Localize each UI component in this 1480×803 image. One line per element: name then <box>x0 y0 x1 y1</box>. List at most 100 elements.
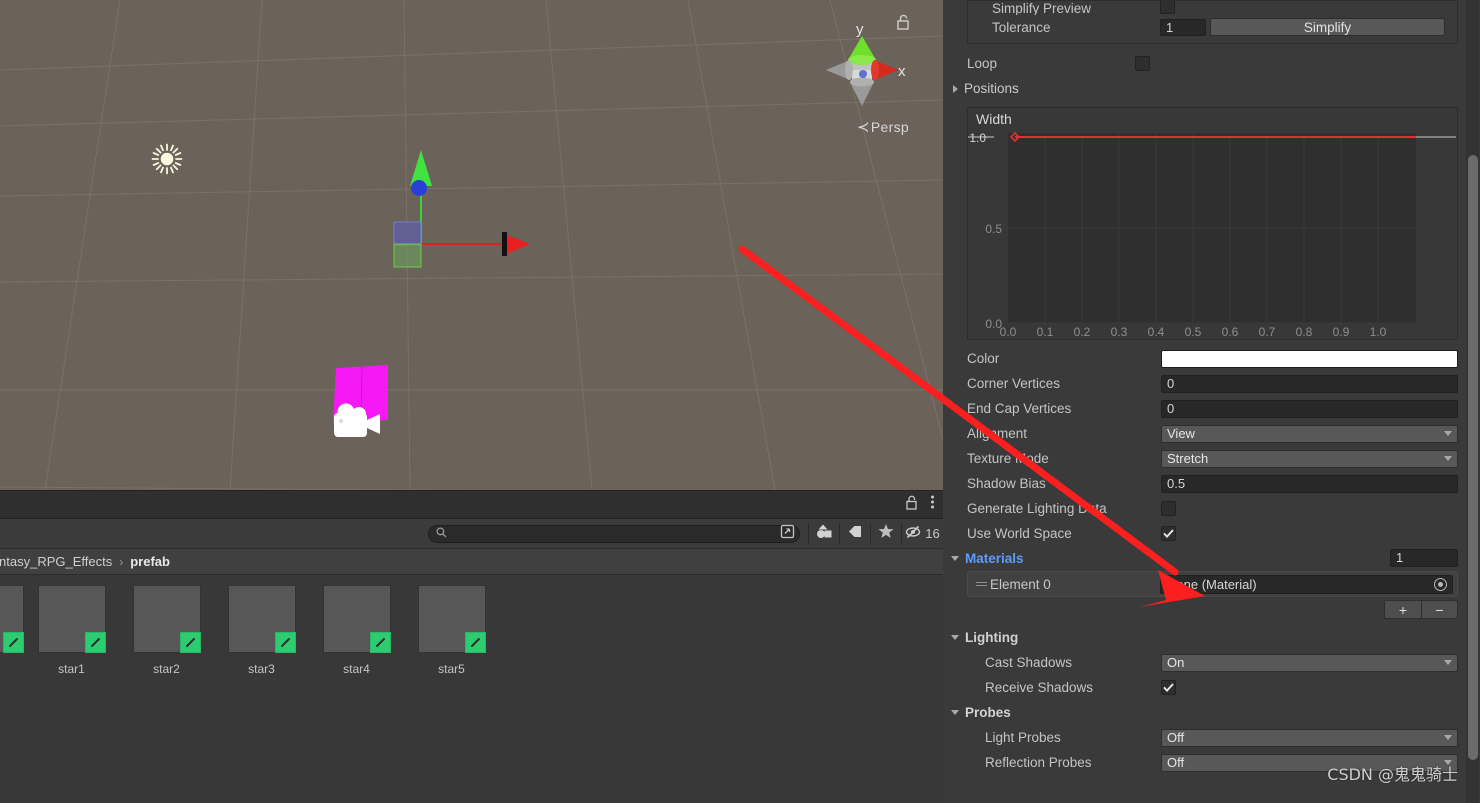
alignment-label: Alignment <box>943 426 1161 441</box>
property-row-corner-vertices: Corner Vertices 0 <box>943 371 1480 396</box>
alignment-dropdown[interactable]: View <box>1161 425 1458 443</box>
tolerance-input[interactable]: 1 <box>1160 19 1206 36</box>
svg-text:0.3: 0.3 <box>1111 325 1128 339</box>
remove-material-button[interactable]: − <box>1421 600 1458 619</box>
property-row-generate-lighting-data: Generate Lighting Data <box>943 496 1480 521</box>
material-element-label: Element 0 <box>990 577 1160 592</box>
property-row-light-probes: Light Probes Off <box>943 725 1480 750</box>
scene-view[interactable]: y x <box>0 0 943 490</box>
scene-gizmo-lock-icon[interactable] <box>896 14 910 30</box>
asset-thumbnail[interactable] <box>323 585 391 653</box>
positions-foldout[interactable]: Positions <box>943 76 1480 101</box>
hidden-count-label: 16 <box>925 526 939 541</box>
prefab-variant-badge <box>275 632 296 653</box>
texture-mode-dropdown[interactable]: Stretch <box>1161 450 1458 468</box>
sun-icon[interactable] <box>150 142 184 176</box>
property-row-shadow-bias: Shadow Bias 0.5 <box>943 471 1480 496</box>
corner-vertices-input[interactable]: 0 <box>1161 375 1458 393</box>
width-curve-canvas[interactable]: 1.0 0.5 0.0 0.00.1 0.20.3 0.40.5 0.60.7 … <box>968 127 1457 339</box>
breadcrumb-root[interactable]: DL_Fantasy_RPG_Effects <box>0 554 112 569</box>
list-item[interactable]: star1 <box>24 585 119 676</box>
inspector-scrollbar-thumb[interactable] <box>1468 155 1478 760</box>
list-item[interactable]: 2 <box>0 585 24 676</box>
color-swatch[interactable] <box>1161 350 1458 368</box>
asset-grid[interactable]: 2 star1 star2 <box>0 575 943 802</box>
corner-vertices-label: Corner Vertices <box>943 376 1161 391</box>
lock-icon[interactable] <box>905 495 918 515</box>
shadow-bias-input[interactable]: 0.5 <box>1161 475 1458 493</box>
search-field[interactable] <box>428 525 800 543</box>
material-list-controls: + − <box>943 600 1458 619</box>
gizmo-axis-y-label: y <box>856 21 864 38</box>
use-world-space-label: Use World Space <box>943 526 1161 541</box>
breadcrumb-current[interactable]: prefab <box>130 554 170 569</box>
loop-row: Loop <box>943 51 1480 76</box>
probes-foldout[interactable]: Probes <box>943 700 1480 725</box>
particle-quad-object[interactable] <box>330 360 430 450</box>
prefab-variant-badge <box>85 632 106 653</box>
chevron-down-icon <box>1444 431 1452 436</box>
asset-thumbnail[interactable] <box>133 585 201 653</box>
drag-handle-icon[interactable] <box>968 582 990 586</box>
favorites-button[interactable] <box>870 523 901 545</box>
chevron-down-icon <box>1444 735 1452 740</box>
property-row-texture-mode: Texture Mode Stretch <box>943 446 1480 471</box>
project-toolbar: 16 <box>0 519 943 549</box>
list-item[interactable]: star2 <box>119 585 214 676</box>
light-probes-dropdown[interactable]: Off <box>1161 729 1458 747</box>
cast-shadows-dropdown[interactable]: On <box>1161 654 1458 672</box>
breadcrumb: DL_Fantasy_RPG_Effects › prefab <box>0 549 943 575</box>
color-label: Color <box>943 351 1161 366</box>
chevron-down-icon <box>951 710 959 715</box>
projection-text: Persp <box>871 119 909 135</box>
svg-text:0.6: 0.6 <box>1222 325 1239 339</box>
positions-label: Positions <box>964 81 1019 96</box>
list-item[interactable]: star5 <box>404 585 499 676</box>
width-curve-editor[interactable]: Width <box>967 107 1458 340</box>
property-row-cast-shadows: Cast Shadows On <box>943 650 1480 675</box>
receive-shadows-checkbox[interactable] <box>1161 680 1176 695</box>
search-icon <box>436 525 447 543</box>
search-input[interactable] <box>447 528 780 540</box>
watermark: CSDN @鬼鬼骑士 <box>1327 761 1458 785</box>
asset-thumbnail[interactable] <box>38 585 106 653</box>
object-picker-icon[interactable] <box>1434 578 1447 591</box>
property-row-use-world-space: Use World Space <box>943 521 1480 546</box>
simplify-group: Simplify Preview Tolerance 1 Simplify <box>967 0 1458 44</box>
scene-projection-label[interactable]: ≺Persp <box>857 118 909 136</box>
materials-size-input[interactable]: 1 <box>1390 549 1458 567</box>
list-item[interactable]: star3 <box>214 585 309 676</box>
chevron-right-icon <box>953 85 958 93</box>
asset-thumbnail[interactable] <box>228 585 296 653</box>
move-tool-gizmo[interactable] <box>330 140 560 285</box>
simplify-button[interactable]: Simplify <box>1210 18 1445 36</box>
end-cap-vertices-input[interactable]: 0 <box>1161 400 1458 418</box>
add-material-button[interactable]: + <box>1384 600 1421 619</box>
inspector-scrollbar[interactable] <box>1466 0 1479 803</box>
asset-thumbnail[interactable] <box>418 585 486 653</box>
list-item[interactable]: star4 <box>309 585 404 676</box>
save-search-icon[interactable] <box>780 524 795 544</box>
tolerance-label: Tolerance <box>968 20 1160 35</box>
svg-text:1.0: 1.0 <box>1370 325 1387 339</box>
hidden-assets-counter[interactable]: 16 <box>901 523 943 545</box>
material-object-field[interactable]: None (Material) <box>1160 575 1453 594</box>
prefab-variant-badge <box>370 632 391 653</box>
chevron-down-icon <box>951 635 959 640</box>
generate-lighting-data-label: Generate Lighting Data <box>943 501 1161 516</box>
asset-thumbnail[interactable] <box>0 585 24 653</box>
loop-checkbox[interactable] <box>1135 56 1150 71</box>
simplify-preview-checkbox[interactable] <box>1160 1 1175 14</box>
generate-lighting-data-checkbox[interactable] <box>1161 501 1176 516</box>
prefab-variant-badge <box>3 632 24 653</box>
material-element-row[interactable]: Element 0 None (Material) <box>967 571 1458 597</box>
gizmo-axis-x-label: x <box>898 63 906 80</box>
filter-by-type-button[interactable] <box>808 523 839 545</box>
light-probes-label: Light Probes <box>943 730 1161 745</box>
lighting-header: Lighting <box>965 630 1018 645</box>
check-icon <box>1163 529 1174 538</box>
three-dot-menu-icon[interactable] <box>930 494 935 515</box>
use-world-space-checkbox[interactable] <box>1161 526 1176 541</box>
lighting-foldout[interactable]: Lighting <box>943 625 1480 650</box>
filter-by-label-button[interactable] <box>839 523 870 545</box>
